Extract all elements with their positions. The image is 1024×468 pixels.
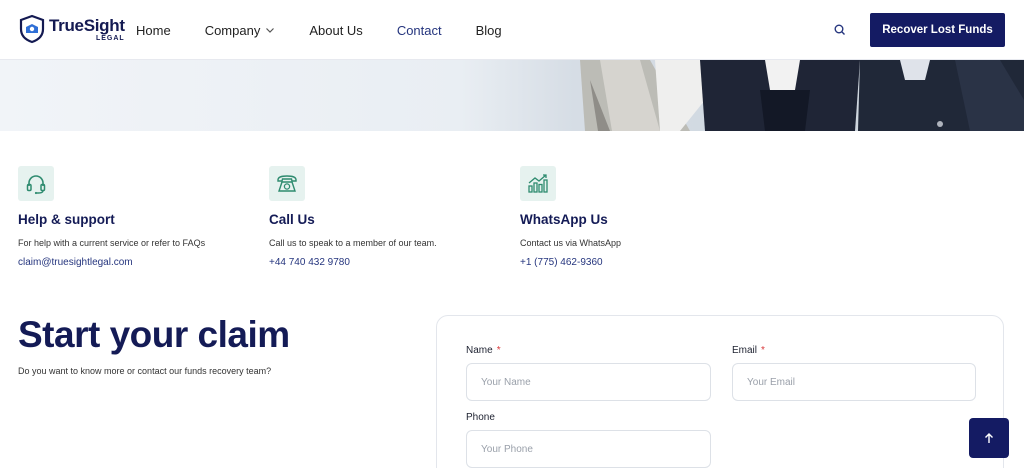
nav-contact-label: Contact <box>396 22 442 38</box>
whatsapp-card: WhatsApp Us Contact us via WhatsApp +1 (… <box>520 166 750 268</box>
whatsapp-icon-box <box>520 166 556 201</box>
support-email-link[interactable]: claim@truesightlegal.com <box>18 257 248 268</box>
nav-about-us[interactable]: About Us <box>309 23 362 38</box>
card-title: Call Us <box>269 212 315 227</box>
name-input[interactable]: Your Name <box>466 363 711 401</box>
required-mark: * <box>496 345 501 356</box>
chevron-down-icon <box>266 28 275 33</box>
call-icon-box <box>269 166 305 201</box>
logo[interactable]: TrueSight LEGAL <box>18 14 125 44</box>
card-title: WhatsApp Us <box>520 212 608 227</box>
email-label: Email * <box>732 345 765 356</box>
main-nav: Home Company About Us Contact Blog <box>136 0 536 60</box>
card-text: For help with a current service or refer… <box>18 238 206 248</box>
nav-blog[interactable]: Blog <box>476 23 502 38</box>
card-text: Call us to speak to a member of our team… <box>269 238 437 248</box>
name-label-text: Name <box>466 345 493 356</box>
card-title: Help & support <box>18 212 115 227</box>
required-mark: * <box>761 345 765 356</box>
site-header: TrueSight LEGAL Home Company About Us Co… <box>0 0 1024 60</box>
phone-placeholder: Your Phone <box>481 443 533 455</box>
search-icon[interactable] <box>832 22 848 38</box>
nav-blog-label: Blog <box>475 22 502 38</box>
call-us-card: Call Us Call us to speak to a member of … <box>269 166 499 268</box>
email-label-text: Email <box>732 345 758 356</box>
back-to-top-button[interactable] <box>969 418 1009 458</box>
bar-chart-icon <box>528 173 548 193</box>
recover-lost-funds-button[interactable]: Recover Lost Funds <box>870 13 1005 47</box>
logo-subtitle: LEGAL <box>95 34 125 42</box>
nav-company[interactable]: Company <box>205 23 276 38</box>
headset-icon <box>26 174 46 194</box>
name-label: Name * <box>466 345 501 356</box>
phone-input[interactable]: Your Phone <box>466 430 711 468</box>
name-placeholder: Your Name <box>481 376 531 388</box>
claim-form: Name * Your Name Email * Your Email Phone … <box>436 315 1004 468</box>
nav-about-label: About Us <box>309 22 363 38</box>
phone-link[interactable]: +44 740 432 9780 <box>269 257 499 268</box>
claim-title: Start your claim <box>18 314 290 355</box>
nav-home[interactable]: Home <box>136 23 171 38</box>
claim-subtitle: Do you want to know more or contact our … <box>18 366 272 376</box>
nav-company-label: Company <box>204 22 261 38</box>
hero-people-image <box>580 60 1024 131</box>
hero-image <box>0 60 1024 131</box>
telephone-icon <box>277 174 297 192</box>
email-placeholder: Your Email <box>747 376 795 388</box>
card-text: Contact us via WhatsApp <box>520 238 622 248</box>
shield-logo-icon <box>19 14 45 44</box>
arrow-up-icon <box>985 433 993 443</box>
nav-contact[interactable]: Contact <box>397 23 442 38</box>
help-support-card: Help & support For help with a current s… <box>18 166 248 268</box>
phone-label: Phone <box>466 412 495 423</box>
logo-name: TrueSight <box>49 15 125 35</box>
help-icon-box <box>18 166 54 201</box>
email-input[interactable]: Your Email <box>732 363 976 401</box>
whatsapp-link[interactable]: +1 (775) 462-9360 <box>520 257 750 268</box>
nav-home-label: Home <box>136 22 171 38</box>
phone-label-text: Phone <box>466 412 495 423</box>
